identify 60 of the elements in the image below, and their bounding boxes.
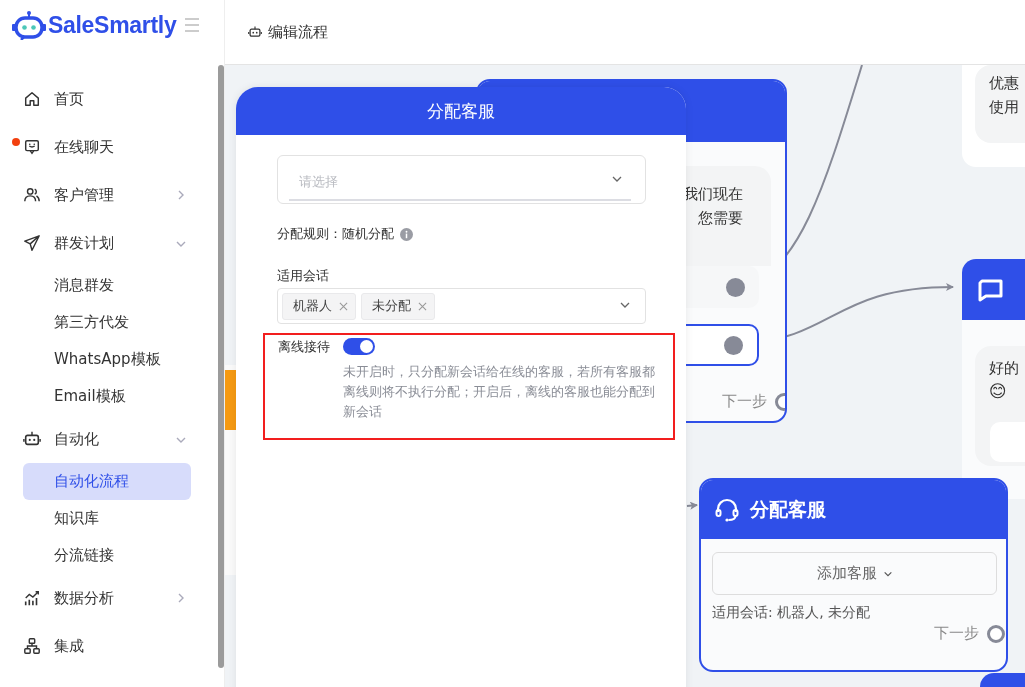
submenu-item[interactable]: 分流链接 [23, 537, 191, 574]
menu-icon[interactable] [185, 18, 200, 32]
message-text: 优惠 [989, 73, 1020, 94]
robot-icon [248, 25, 262, 39]
close-icon[interactable] [339, 301, 348, 311]
robot-logo-icon [12, 10, 46, 40]
info-icon[interactable] [400, 227, 413, 241]
menu-item[interactable]: 自动化 [0, 415, 218, 463]
field-label: 离线接待 [278, 338, 331, 356]
help-text: 未开启时，只分配新会话给在线的客服，若所有客服都离线则将不执行分配；开启后，离线的客服也能分配到新会话 [343, 363, 656, 421]
paper-plane-icon [23, 234, 41, 252]
menu-item[interactable]: 集成 [0, 622, 218, 670]
connection-handle[interactable] [724, 335, 743, 355]
output-port[interactable] [987, 624, 1005, 643]
menu-item[interactable]: 群发计划 [0, 219, 218, 267]
multi-select-field[interactable]: 机器人 未分配 [277, 288, 646, 324]
users-icon [23, 186, 41, 204]
menu-item[interactable]: 在线聊天 [0, 123, 218, 171]
connector-arrow [686, 501, 698, 510]
menu-item[interactable]: 首页 [0, 75, 218, 123]
message-text: 使用 [989, 97, 1020, 118]
submenu-item[interactable]: 第三方代发 [23, 304, 191, 341]
submenu-item[interactable]: 消息群发 [23, 267, 191, 304]
menu-item[interactable]: 数据分析 [0, 574, 218, 622]
home-icon [23, 90, 41, 108]
tag-chip: 机器人 [282, 292, 356, 320]
emoji: 😊 [989, 380, 1008, 402]
brand-name: SaleSmartly [48, 11, 177, 39]
scrollbar[interactable] [218, 65, 224, 668]
submenu-item[interactable]: 自动化流程 [23, 463, 191, 500]
next-step-label: 下一步 [722, 392, 767, 411]
node-title: 分配客服 [750, 496, 826, 522]
node-accent [225, 370, 237, 430]
field-label: 适用会话 [277, 267, 330, 285]
chat-icon [23, 138, 41, 156]
add-agent-button[interactable]: 添加客服 [712, 552, 997, 595]
toggle-switch[interactable] [343, 338, 375, 355]
hierarchy-icon [23, 637, 41, 655]
flow-node[interactable]: 分配客服 添加客服 适用会话: 机器人, 未分配 下一步 [699, 478, 1008, 672]
panel-title: 分配客服 [236, 87, 686, 135]
flow-node[interactable]: 优惠 使用 [962, 65, 1025, 167]
message-text: 您需要 [697, 208, 744, 229]
tag-chip: 未分配 [361, 292, 435, 320]
chat-bubble-icon [977, 277, 1003, 302]
chart-icon [23, 589, 41, 607]
menu-item[interactable]: 客户管理 [0, 171, 218, 219]
flow-node[interactable]: 好的 😊 [962, 259, 1025, 499]
select-field[interactable]: 请选择 [277, 155, 646, 204]
page-title: 编辑流程 [268, 22, 328, 42]
connection-handle[interactable] [726, 277, 745, 297]
submenu-item[interactable]: Email模板 [23, 378, 191, 415]
close-icon[interactable] [418, 301, 427, 311]
submenu-item[interactable]: 知识库 [23, 500, 191, 537]
headset-icon [714, 496, 740, 523]
submenu-item[interactable]: WhatsApp模板 [23, 341, 191, 378]
session-info: 适用会话: 机器人, 未分配 [712, 604, 872, 622]
message-text: 好的 [989, 358, 1020, 379]
robot-icon [23, 430, 41, 448]
next-step-label: 下一步 [934, 624, 979, 643]
rule-text: 分配规则：随机分配 [277, 225, 394, 243]
